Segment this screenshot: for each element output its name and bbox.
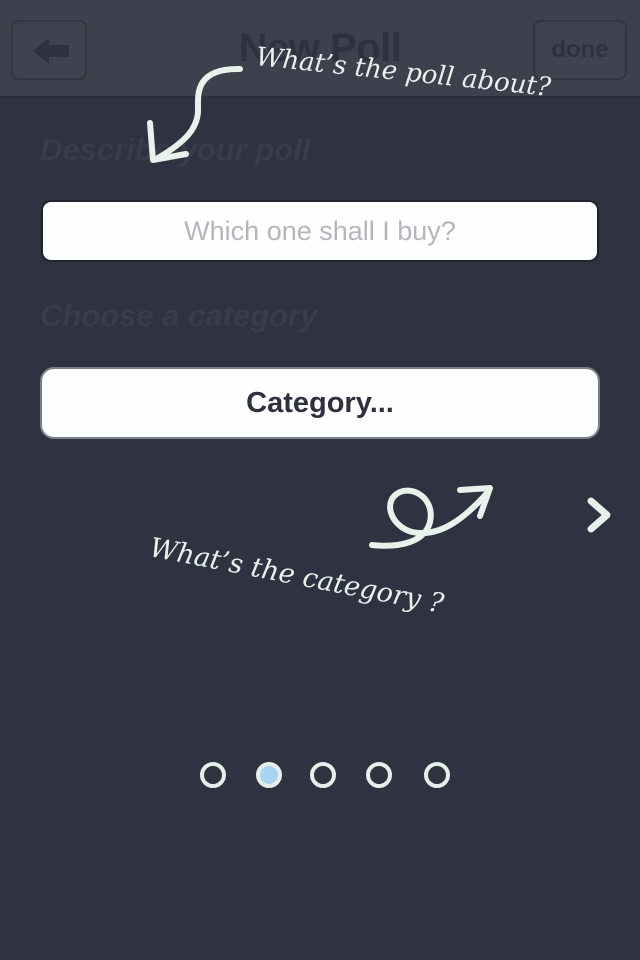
page-dot[interactable]: [424, 762, 450, 788]
chevron-right-icon[interactable]: [586, 496, 614, 534]
new-poll-screen: New Poll done Describe your poll Choose …: [0, 0, 640, 960]
page-dot[interactable]: [366, 762, 392, 788]
loop-arrow-icon: [369, 485, 493, 549]
annotation-arrows: [147, 65, 493, 549]
page-indicator: [198, 762, 450, 788]
page-dot[interactable]: [200, 762, 226, 788]
page-dot-active[interactable]: [256, 762, 282, 788]
page-dot[interactable]: [310, 762, 336, 788]
curved-arrow-down-icon: [147, 65, 243, 163]
